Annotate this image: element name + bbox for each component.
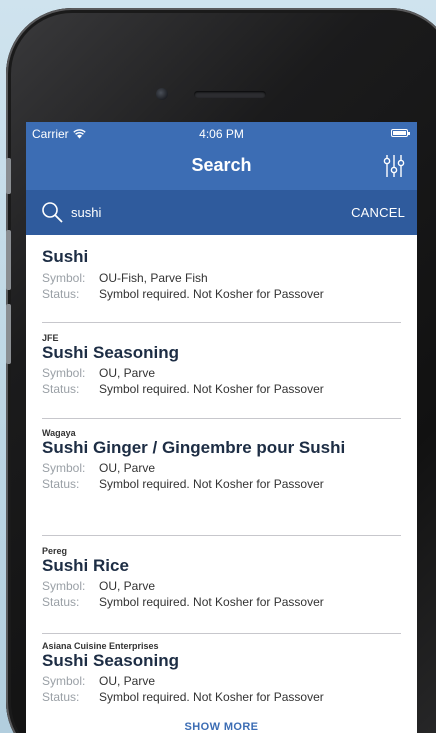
product-name: Sushi Seasoning — [42, 343, 179, 362]
divider — [42, 535, 401, 536]
brand-name: Asiana Cuisine Enterprises — [42, 641, 159, 651]
front-camera — [156, 88, 168, 100]
symbol-value: OU, Parve — [99, 461, 156, 475]
page-title: Search — [191, 155, 252, 175]
battery-icon — [391, 129, 410, 137]
volume-up-button — [6, 230, 11, 290]
status-label: Status: — [42, 595, 80, 609]
cancel-button[interactable]: CANCEL — [351, 205, 405, 220]
app-header: Carrier 4:06 PM Search sushi CANCEL — [26, 122, 417, 235]
nav-bar: Search — [26, 144, 417, 188]
symbol-value: OU-Fish, Parve Fish — [99, 271, 208, 285]
status-bar: Carrier 4:06 PM — [26, 122, 417, 144]
list-item[interactable]: Pereg Sushi Rice Symbol: OU, Parve Status… — [42, 546, 403, 610]
symbol-value: OU, Parve — [99, 579, 156, 593]
symbol-value: OU, Parve — [99, 674, 156, 688]
product-name: Sushi Rice — [42, 556, 129, 575]
search-icon — [42, 202, 63, 223]
brand-name: Wagaya — [42, 428, 76, 438]
symbol-label: Symbol: — [42, 366, 86, 380]
product-name: Sushi Ginger / Gingembre pour Sushi — [42, 438, 346, 457]
symbol-value: OU, Parve — [99, 366, 156, 380]
status-label: Status: — [42, 477, 80, 491]
brand-name: JFE — [42, 333, 59, 343]
status-value: Symbol required. Not Kosher for Passover — [99, 595, 324, 609]
status-value: Symbol required. Not Kosher for Passover — [99, 477, 324, 491]
earpiece-speaker — [194, 91, 266, 98]
list-item[interactable]: Asiana Cuisine Enterprises Sushi Seasoni… — [42, 641, 403, 705]
product-name: Sushi Seasoning — [42, 651, 179, 670]
symbol-label: Symbol: — [42, 271, 86, 285]
status-value: Symbol required. Not Kosher for Passover — [99, 287, 324, 301]
divider — [42, 633, 401, 634]
status-label: Status: — [42, 690, 80, 704]
status-value: Symbol required. Not Kosher for Passover — [99, 382, 324, 396]
status-label: Status: — [42, 287, 80, 301]
search-bar: sushi CANCEL — [26, 190, 417, 235]
divider — [42, 322, 401, 323]
list-item[interactable]: JFE Sushi Seasoning Symbol: OU, Parve Sta… — [42, 333, 403, 397]
symbol-label: Symbol: — [42, 674, 86, 688]
filter-settings-icon[interactable] — [383, 154, 405, 178]
list-item[interactable]: Sushi Symbol: OU-Fish, Parve Fish Status:… — [42, 247, 403, 302]
ringer-switch — [6, 158, 11, 194]
status-time: 4:06 PM — [199, 127, 244, 141]
volume-down-button — [6, 304, 11, 364]
brand-name: Pereg — [42, 546, 68, 556]
symbol-label: Symbol: — [42, 579, 86, 593]
status-value: Symbol required. Not Kosher for Passover — [99, 690, 324, 704]
divider — [42, 418, 401, 419]
search-input[interactable]: sushi — [71, 205, 101, 220]
product-name: Sushi — [42, 247, 89, 266]
symbol-label: Symbol: — [42, 461, 86, 475]
show-more-button[interactable]: SHOW MORE — [26, 721, 417, 733]
status-label: Status: — [42, 382, 80, 396]
app-screen: Carrier 4:06 PM Search sushi CANCEL Sush… — [26, 122, 417, 733]
list-item[interactable]: Wagaya Sushi Ginger / Gingembre pour Sus… — [42, 428, 403, 492]
